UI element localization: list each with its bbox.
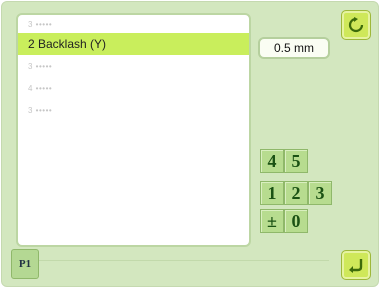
return-button[interactable] bbox=[341, 250, 371, 280]
tab-page-1[interactable]: P1 bbox=[11, 249, 39, 279]
list-item[interactable]: 3 ••••• bbox=[18, 55, 249, 77]
refresh-icon bbox=[348, 17, 364, 33]
key-1[interactable]: 1 bbox=[260, 181, 284, 205]
tab-divider bbox=[39, 260, 329, 261]
parameter-list: 3 ••••• 2 Backlash (Y) 3 ••••• 4 ••••• 3… bbox=[16, 13, 251, 247]
list-item[interactable]: 3 ••••• bbox=[18, 99, 249, 121]
key-plus-minus[interactable]: ± bbox=[260, 209, 284, 233]
list-item[interactable]: 3 ••••• bbox=[18, 15, 249, 33]
key-4[interactable]: 4 bbox=[260, 149, 284, 173]
value-display[interactable]: 0.5 mm bbox=[258, 37, 330, 59]
list-item-selected[interactable]: 2 Backlash (Y) bbox=[18, 33, 249, 55]
key-5[interactable]: 5 bbox=[284, 149, 308, 173]
refresh-button[interactable] bbox=[341, 10, 371, 40]
key-0[interactable]: 0 bbox=[284, 209, 308, 233]
key-2[interactable]: 2 bbox=[284, 181, 308, 205]
list-item[interactable]: 4 ••••• bbox=[18, 77, 249, 99]
screen: 3 ••••• 2 Backlash (Y) 3 ••••• 4 ••••• 3… bbox=[1, 1, 379, 287]
key-3[interactable]: 3 bbox=[308, 181, 332, 205]
return-icon bbox=[349, 259, 363, 273]
